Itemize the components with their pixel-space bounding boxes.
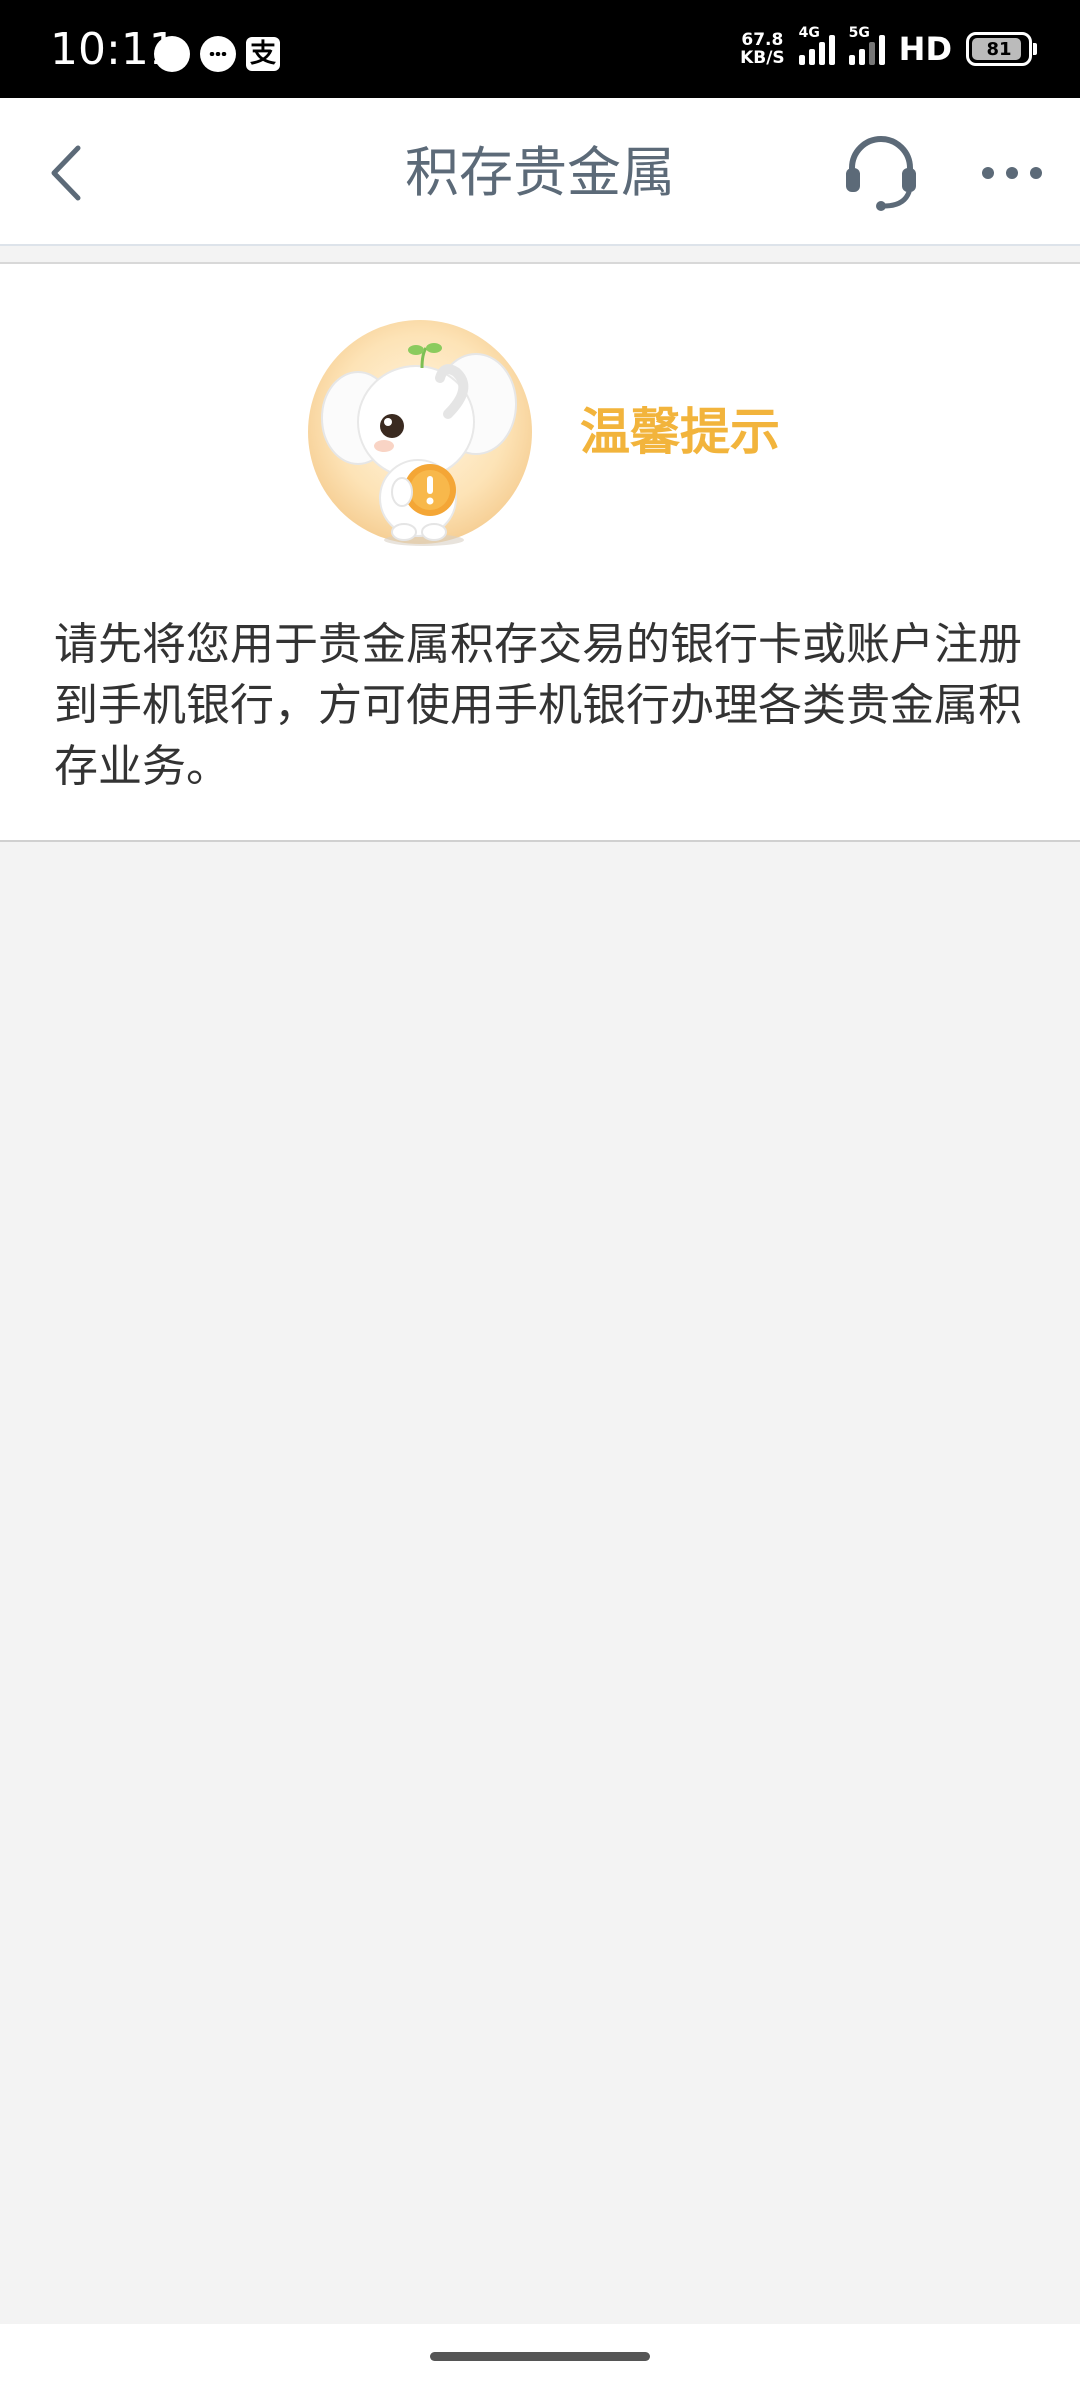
more-options-button[interactable] [976,138,1048,208]
headset-icon [846,136,916,211]
signal-5g-icon: 5G [848,25,885,65]
more-dots-icon [982,167,1042,179]
network-speed-value: 67.8 [741,30,784,50]
battery-level: 81 [986,38,1012,60]
hd-label: HD [898,30,952,68]
status-indicators: 67.8 KB/S 4G 5G HD 81 [740,25,1037,68]
notice-title: 温馨提示 [580,403,780,461]
chat-bubble-icon [154,36,190,72]
network-speed: 67.8 KB/S [740,31,785,67]
notification-icons: 支 [154,36,280,72]
network-5g-label: 5G [848,25,870,41]
battery-icon: 81 [966,32,1037,66]
app-header: 积存贵金属 [0,98,1080,246]
navigation-bar-area [0,2324,1080,2400]
message-icon [200,36,236,72]
elephant-mascot-icon [306,318,534,546]
status-bar: 10:11 支 67.8 KB/S 4G 5G HD 81 [0,0,1080,98]
signal-4g-icon: 4G [798,25,835,65]
network-speed-unit: KB/S [740,48,785,68]
alipay-icon: 支 [246,37,280,71]
notice-message: 请先将您用于贵金属积存交易的银行卡或账户注册到手机银行，方可使用手机银行办理各类… [54,619,1022,792]
network-4g-label: 4G [798,25,820,41]
notice-card: 温馨提示 请先将您用于贵金属积存交易的银行卡或账户注册到手机银行，方可使用手机银… [0,262,1080,842]
home-indicator[interactable] [430,2352,650,2361]
customer-service-button[interactable] [838,128,924,214]
